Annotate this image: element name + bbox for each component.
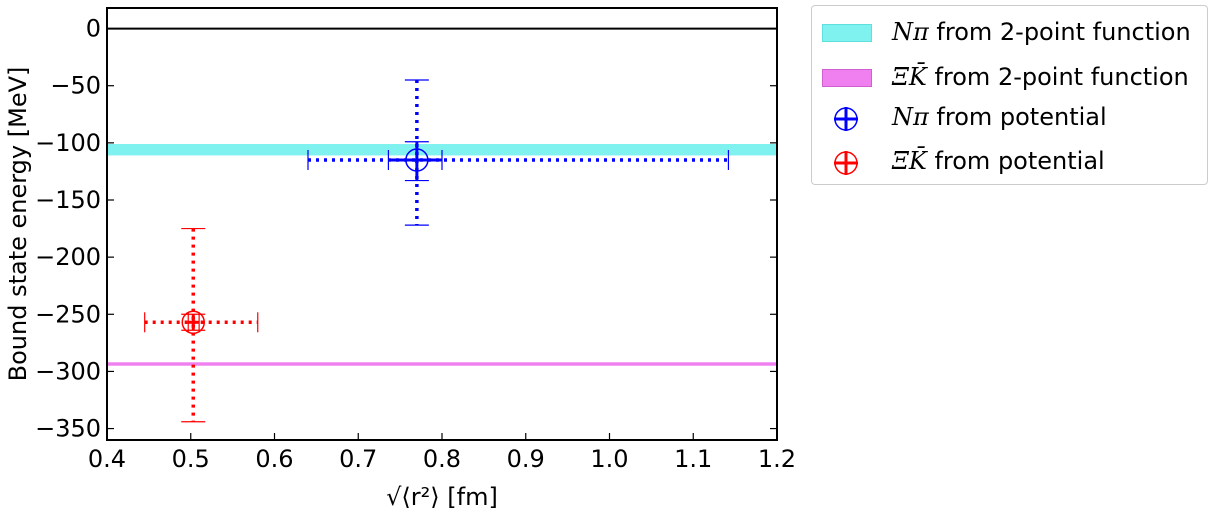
legend-label-point-xik: ΞK̄ from potential xyxy=(892,147,1105,175)
y-axis-ticks: 0 −50 −100 −150 −200 −250 −300 −350 xyxy=(35,15,777,443)
x-tick-label: 0.7 xyxy=(339,445,377,473)
y-tick-label: −300 xyxy=(35,357,101,385)
band-2 xyxy=(107,362,777,366)
legend-swatch-cyan xyxy=(822,24,872,42)
legend-label-band-npi: Nπ from 2-point function xyxy=(892,18,1191,46)
x-tick-label: 0.5 xyxy=(172,445,210,473)
x-tick-label: 0.4 xyxy=(88,445,126,473)
blue-circle-marker-icon xyxy=(834,107,858,131)
plot-frame xyxy=(106,7,778,441)
legend-entry-point-xik: ΞK̄ from potential xyxy=(812,145,1207,181)
legend-label-point-npi: Nπ from potential xyxy=(892,103,1107,131)
y-tick-label: −250 xyxy=(35,300,101,328)
chart-canvas: 0.4 0.5 0.6 0.7 0.8 0.9 1.0 1.1 1.2 0 −50 −100 −150… xyxy=(4,7,796,511)
y-axis-label: Bound state energy [MeV] xyxy=(4,67,32,382)
legend-entry-band-xik: ΞK̄ from 2-point function xyxy=(812,61,1207,97)
y-tick-label: −50 xyxy=(50,72,101,100)
x-tick-label: 1.1 xyxy=(674,445,712,473)
series-point-2 xyxy=(144,227,259,423)
x-axis-label: √⟨r²⟩ [fm] xyxy=(386,483,498,511)
x-tick-label: 0.8 xyxy=(423,445,461,473)
red-circle-marker-icon xyxy=(834,151,858,175)
legend: Nπ from 2-point function ΞK̄ from 2-poin… xyxy=(811,5,1208,185)
y-tick-label: −150 xyxy=(35,186,101,214)
y-tick-label: −350 xyxy=(35,415,101,443)
legend-swatch-magenta xyxy=(822,69,872,87)
x-tick-label: 0.9 xyxy=(507,445,545,473)
data-points xyxy=(144,79,730,423)
x-tick-label: 1.2 xyxy=(758,445,796,473)
energy-bands xyxy=(107,144,777,366)
legend-entry-point-npi: Nπ from potential xyxy=(812,101,1207,137)
y-tick-label: −100 xyxy=(35,129,101,157)
legend-label-band-xik: ΞK̄ from 2-point function xyxy=(892,63,1189,91)
y-tick-label: 0 xyxy=(86,15,101,43)
x-tick-label: 0.6 xyxy=(255,445,293,473)
legend-entry-band-npi: Nπ from 2-point function xyxy=(812,16,1207,52)
x-tick-label: 1.0 xyxy=(590,445,628,473)
y-tick-label: −200 xyxy=(35,243,101,271)
